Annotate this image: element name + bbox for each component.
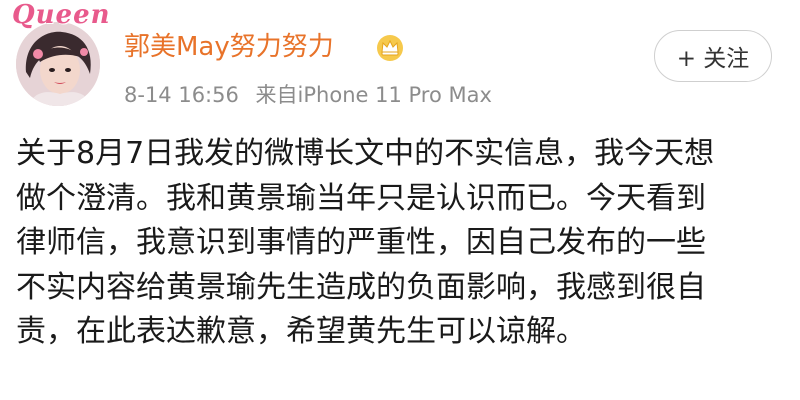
avatar-image — [16, 22, 100, 106]
content-line: 关于8月7日我发的微博长文中的不实信息，我今天想 — [16, 136, 715, 171]
content-line: 做个澄清。我和黄景瑜当年只是认识而已。今天看到 — [16, 180, 706, 216]
post-source[interactable]: 来自iPhone 11 Pro Max — [256, 83, 492, 107]
post-content: 关于8月7日我发的微博长文中的不实信息，我今天想 做个澄清。我和黄景瑜当年只是认… — [16, 132, 786, 355]
user-name[interactable]: 郭美May努力努力 — [124, 30, 334, 64]
weibo-post: Queen 郭美May努力努力 8-14 16:56 来自iPhone 11 P… — [0, 0, 800, 400]
post-time: 8-14 16:56 — [124, 83, 239, 107]
post-meta: 8-14 16:56 来自iPhone 11 Pro Max — [124, 82, 502, 108]
crown-icon[interactable] — [375, 34, 405, 62]
avatar[interactable] — [16, 22, 100, 106]
avatar-watermark: Queen — [12, 0, 111, 30]
content-line: 不实内容给黄景瑜先生造成的负面影响，我感到很自 — [16, 269, 706, 305]
follow-button[interactable]: + 关注 — [654, 30, 772, 82]
content-line: 律师信，我意识到事情的严重性，因自己发布的一些 — [16, 225, 706, 260]
content-line: 责，在此表达歉意，希望黄先生可以谅解。 — [16, 314, 586, 349]
avatar-area[interactable]: Queen — [12, 0, 110, 106]
